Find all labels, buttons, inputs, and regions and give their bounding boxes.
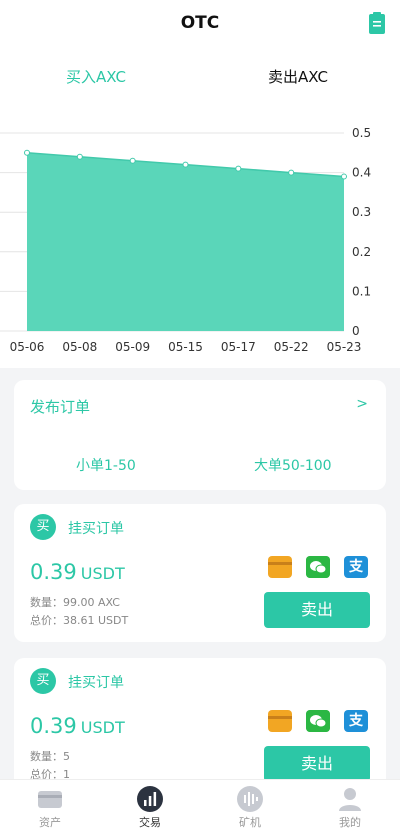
tabbar-label: 矿机 [239,816,261,829]
order-card: 买 挂买订单 0.39 USDT 数量：5 总价：1 支 卖出 [14,658,386,796]
order-quantity: 数量：99.00 AXC [30,596,120,609]
data-point [182,161,189,168]
data-point [24,149,30,156]
x-tick-label: 05-23 [327,340,362,354]
price-chart: 0 0.1 0.2 0.3 0.4 0.5 05-06 05-08 05-09 05-15 05-1… [0,126,371,354]
tabbar-item-trade[interactable]: 交易 [110,780,190,833]
publish-card: 发布订单 > 小单1-50 大单50-100 [14,380,386,490]
header: OTC [0,0,400,48]
trade-chart-icon [137,786,163,812]
wallet-icon [38,791,62,808]
price-value: 0.39 [30,714,77,738]
publish-order-link[interactable]: 发布订单 [30,396,90,417]
bank-card-icon [268,710,292,732]
alipay-icon: 支 [344,710,368,732]
x-tick-label: 05-08 [62,340,97,354]
chart-section: 买入AXC 卖出AXC 0 0.1 0.2 0.3 0.4 0.5 05-06 05-08 05… [0,48,400,368]
sell-button[interactable]: 卖出 [264,592,370,628]
small-order-tab[interactable]: 小单1-50 [76,455,136,475]
buy-badge: 买 [30,514,56,540]
tabbar-item-mine[interactable]: 我的 [310,780,390,833]
x-tick-label: 05-17 [221,340,256,354]
y-tick-label: 0.2 [352,245,371,259]
chevron-right-icon[interactable]: > [356,396,368,412]
order-price: 0.39 USDT [30,714,125,738]
bottom-tabbar: 资产 交易 矿机 我的 [0,779,400,833]
tab-sell[interactable]: 卖出AXC [268,66,328,87]
sell-button[interactable]: 卖出 [264,746,370,782]
series-area [27,152,344,331]
clipboard-icon[interactable] [368,11,386,35]
y-tick-label: 0 [352,324,360,338]
order-total: 总价：38.61 USDT [30,614,129,627]
x-tick-label: 05-09 [115,340,150,354]
tabbar-label: 资产 [39,816,61,829]
order-type: 挂买订单 [68,521,124,537]
y-tick-label: 0.5 [352,126,371,140]
wechat-pay-icon [306,710,330,732]
price-value: 0.39 [30,560,77,584]
price-unit: USDT [80,718,125,737]
x-tick-label: 05-15 [168,340,203,354]
order-quantity: 数量：5 [30,750,70,763]
page-title: OTC [180,13,220,33]
tabbar-label: 我的 [339,816,361,829]
data-point [288,169,295,176]
large-order-tab[interactable]: 大单50-100 [254,455,332,475]
tab-buy[interactable]: 买入AXC [66,66,126,87]
y-tick-label: 0.3 [352,205,371,219]
data-point [76,153,83,160]
tabbar-item-assets[interactable]: 资产 [10,780,90,833]
data-point [341,173,347,180]
miner-icon [237,786,263,812]
price-unit: USDT [80,564,125,583]
order-type: 挂买订单 [68,675,124,691]
buy-badge: 买 [30,668,56,694]
tabbar-label: 交易 [139,816,161,829]
order-price: 0.39 USDT [30,560,125,584]
data-point [129,157,136,164]
x-tick-label: 05-06 [10,340,45,354]
y-tick-label: 0.4 [352,166,371,180]
alipay-icon: 支 [344,556,368,578]
tabbar-item-miner[interactable]: 矿机 [210,780,290,833]
order-card: 买 挂买订单 0.39 USDT 数量：99.00 AXC 总价：38.61 US… [14,504,386,642]
x-tick-label: 05-22 [274,340,309,354]
wechat-pay-icon [306,556,330,578]
user-icon [339,788,361,811]
bank-card-icon [268,556,292,578]
y-tick-label: 0.1 [352,284,371,298]
data-point [235,165,242,172]
trade-tabs: 买入AXC 卖出AXC [0,66,400,92]
